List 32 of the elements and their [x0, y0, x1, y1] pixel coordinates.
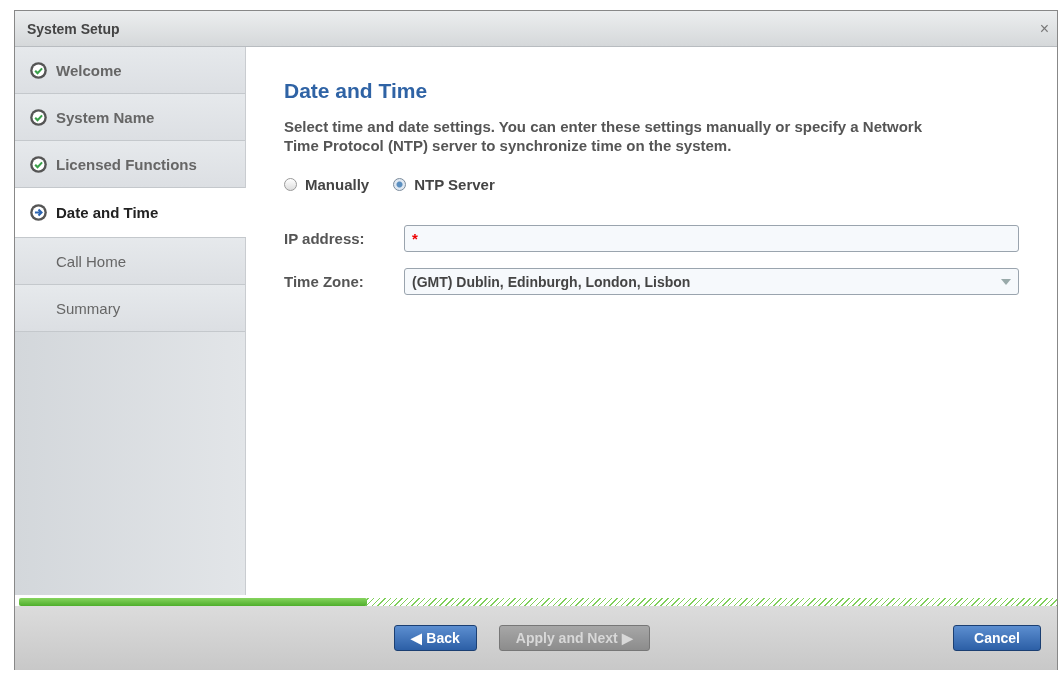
- close-button[interactable]: ×: [1039, 19, 1049, 38]
- field-label: IP address:: [284, 230, 366, 247]
- time-zone-dropdown[interactable]: (GMT) Dublin, Edinburgh, London, Lisbon: [404, 268, 1019, 295]
- radio-button[interactable]: [393, 178, 407, 191]
- step-item[interactable]: Licensed Functions: [15, 141, 245, 188]
- check-icon: [29, 107, 48, 127]
- step-item[interactable]: Date and Time: [15, 188, 246, 238]
- radio-label: Manually: [305, 176, 370, 193]
- arrow-circle-icon: [29, 203, 48, 222]
- step-label: Summary: [56, 299, 121, 317]
- nav-button[interactable]: ◀ Back: [394, 625, 477, 651]
- cancel-button[interactable]: Cancel: [953, 625, 1041, 651]
- step-item[interactable]: System Name: [15, 94, 245, 141]
- step-label: Welcome: [56, 61, 122, 79]
- check-icon: [29, 60, 48, 80]
- step-item[interactable]: Welcome: [15, 47, 245, 94]
- window-title: System Setup: [27, 20, 120, 37]
- ip-address-field[interactable]: *: [404, 225, 1019, 252]
- description: Select time and date settings. You can enter these settings manually or specify a Network Time Protocol (NTP) server to synchronize time on the system.: [284, 117, 923, 155]
- radio-button[interactable]: [284, 178, 297, 191]
- caret-icon: [1001, 278, 1011, 285]
- radio-label: NTP Server: [414, 176, 495, 193]
- check-icon: [29, 154, 48, 174]
- step-label: System Name: [56, 108, 155, 126]
- field-label: Time Zone:: [284, 273, 365, 290]
- step-label: Licensed Functions: [56, 155, 197, 173]
- page-heading: Date and Time: [284, 79, 429, 103]
- step-label: Call Home: [56, 252, 127, 270]
- step-item[interactable]: Call Home: [15, 238, 245, 285]
- step-label: Date and Time: [56, 204, 159, 221]
- step-item[interactable]: Summary: [15, 285, 245, 332]
- required-mark: *: [412, 230, 418, 247]
